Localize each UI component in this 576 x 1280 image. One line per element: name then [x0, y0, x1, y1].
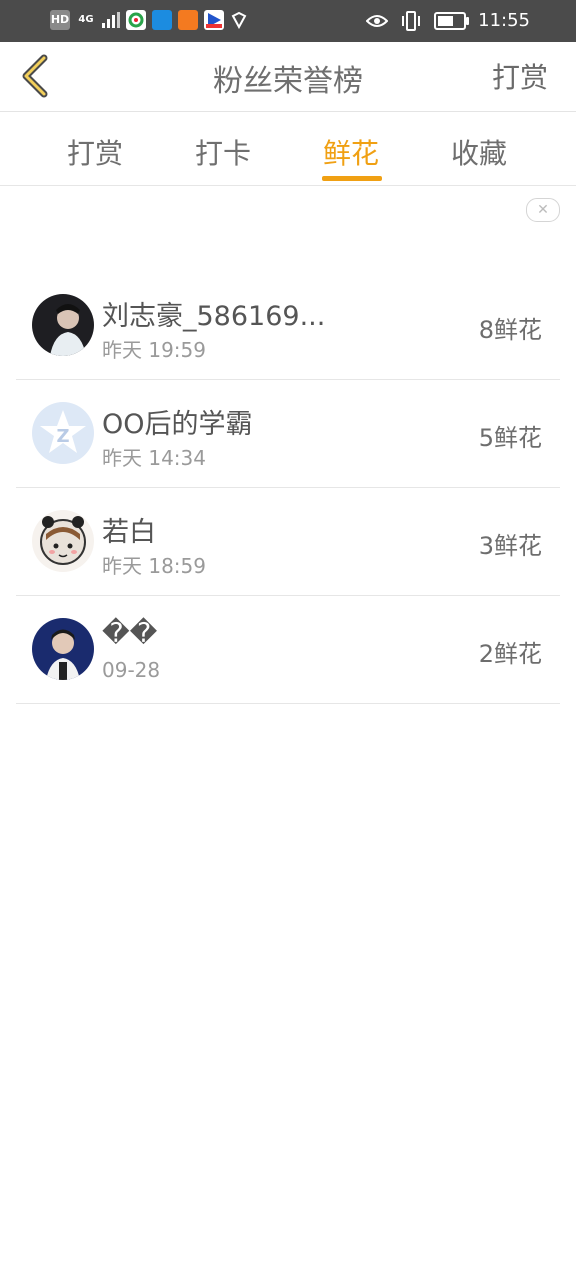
ad-close-button[interactable]: ✕ [526, 198, 560, 222]
list-item[interactable]: 刘志豪_586169... 昨天 19:59 8鲜花 [16, 272, 560, 380]
status-icons-right: 11:55 [366, 8, 530, 34]
fan-name: OO后的学霸 [102, 409, 253, 440]
page-title: 粉丝荣誉榜 [213, 64, 363, 99]
list-item[interactable]: 若白 昨天 18:59 3鲜花 [16, 488, 560, 596]
network-type-label: 4G [78, 14, 94, 25]
list-item[interactable]: Z OO后的学霸 昨天 14:34 5鲜花 [16, 380, 560, 488]
fan-name: 若白 [102, 517, 156, 548]
status-icons-left: HD 4G [50, 10, 248, 30]
fan-list: 刘志豪_586169... 昨天 19:59 8鲜花 Z OO后的学霸 昨天 1… [16, 272, 560, 704]
flower-count: 2鲜花 [478, 640, 542, 668]
avatar: Z [32, 402, 94, 464]
fan-time: 09-28 [102, 658, 161, 682]
tab-favorites[interactable]: 收藏 [451, 132, 507, 172]
tab-flowers[interactable]: 鲜花 [323, 132, 379, 172]
eye-icon [366, 15, 389, 27]
svg-text:Z: Z [56, 426, 69, 447]
flower-count: 3鲜花 [478, 532, 542, 560]
hd-badge: HD [50, 10, 70, 30]
tab-bar: 打赏 打卡 鲜花 收藏 [0, 112, 576, 186]
tab-checkin[interactable]: 打卡 [195, 132, 251, 172]
list-item[interactable]: �� 09-28 2鲜花 [16, 596, 560, 704]
avatar [32, 294, 94, 356]
status-bar: HD 4G 11:55 [0, 0, 576, 42]
fan-name: �� [102, 618, 158, 649]
app-notification-icon [126, 10, 146, 30]
active-tab-indicator [322, 176, 382, 181]
flower-count: 5鲜花 [478, 424, 542, 452]
fan-time: 昨天 18:59 [102, 554, 206, 578]
tab-reward[interactable]: 打赏 [67, 132, 123, 172]
battery-icon [434, 12, 470, 30]
uc-notification-icon [178, 10, 198, 30]
browser-notification-icon [152, 10, 172, 30]
fan-time: 昨天 19:59 [102, 338, 206, 362]
ad-close-icon: ✕ [537, 202, 549, 218]
avatar [32, 510, 94, 572]
vibrate-icon [402, 11, 421, 31]
signal-icon [102, 12, 120, 28]
video-notification-icon [204, 10, 224, 30]
app-header: 粉丝荣誉榜 打赏 [0, 42, 576, 112]
fan-name: 刘志豪_586169... [102, 301, 326, 332]
fan-time: 昨天 14:34 [102, 446, 206, 470]
reward-button[interactable]: 打赏 [492, 56, 548, 96]
avatar [32, 618, 94, 680]
flower-count: 8鲜花 [478, 316, 542, 344]
shield-icon [231, 11, 247, 29]
status-time: 11:55 [478, 10, 530, 31]
